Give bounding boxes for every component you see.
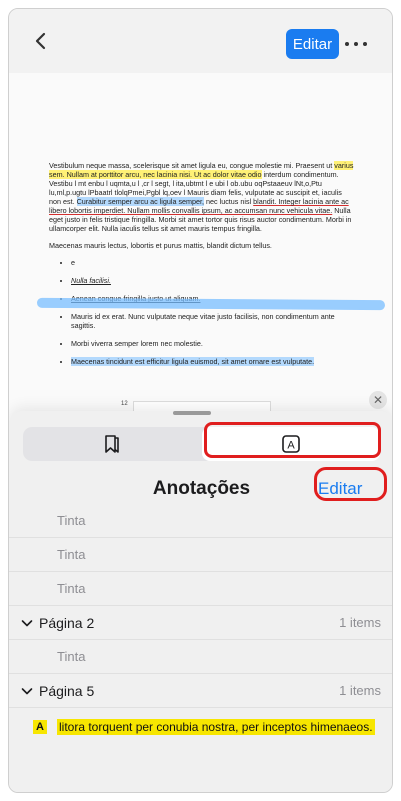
document-paragraph-2: Maecenas mauris lectus, lobortis et puru… [49, 241, 272, 250]
list-item: Morbi viverra semper lorem nec molestie. [71, 339, 354, 348]
section-count: 1 items [339, 683, 381, 698]
section-label: Página 2 [39, 614, 95, 631]
sheet-segmented-control: A [23, 427, 380, 461]
section-label: Página 5 [39, 682, 95, 699]
section-header-page-5[interactable]: Página 5 1 items [9, 674, 392, 708]
annotation-row-ink[interactable]: Tinta [9, 538, 392, 572]
blue-highlight[interactable]: Curabitur semper arcu ac ligula semper, [76, 197, 205, 206]
tab-bookmarks[interactable] [23, 427, 201, 461]
phone-screen: Editar Vestibulum neque massa, scelerisq… [8, 8, 393, 793]
document-paragraph-1: Vestibulum neque massa, scelerisque sit … [49, 161, 354, 233]
more-options-icon[interactable] [345, 37, 367, 51]
highlight-text-preview: litora torquent per conubia nostra, per … [57, 719, 375, 735]
list-item: e [71, 258, 354, 267]
document-page[interactable]: Vestibulum neque massa, scelerisque sit … [9, 73, 392, 433]
back-chevron-icon[interactable] [31, 31, 51, 51]
sheet-grabber[interactable] [173, 411, 211, 415]
list-item: Mauris id ex erat. Nunc vulputate neque … [71, 312, 354, 330]
sheet-edit-button[interactable]: Editar [318, 479, 362, 499]
tab-annotations[interactable]: A [202, 427, 380, 461]
annotation-row-highlight[interactable]: A litora torquent per conubia nostra, pe… [9, 710, 392, 744]
section-count: 1 items [339, 615, 381, 630]
chart-tick-label: 12 [121, 401, 128, 407]
section-header-page-2[interactable]: Página 2 1 items [9, 606, 392, 640]
list-item: Maecenas tincidunt est efficitur ligula … [71, 357, 354, 366]
chevron-down-icon [21, 688, 33, 695]
svg-text:A: A [287, 440, 295, 452]
chevron-down-icon [21, 620, 33, 627]
bookmark-icon [105, 435, 119, 453]
annotation-row-ink[interactable]: Tinta [9, 640, 392, 674]
list-item: Nulla facilisi. [71, 276, 354, 285]
annotations-sheet: A Anotações Editar Tinta Tinta Tinta Pág… [9, 411, 392, 792]
annotation-row-ink[interactable]: Tinta [9, 504, 392, 538]
highlight-text-icon: A [33, 720, 47, 734]
annotation-icon: A [282, 435, 300, 453]
annotation-row-ink[interactable]: Tinta [9, 572, 392, 606]
edit-button[interactable]: Editar [286, 29, 339, 59]
document-text: Vestibulum neque massa, scelerisque sit … [49, 161, 354, 375]
top-bar: Editar [9, 9, 392, 73]
close-icon[interactable]: ✕ [369, 391, 387, 409]
document-bullet-list: e Nulla facilisi. Aenean congue fringill… [49, 258, 354, 366]
